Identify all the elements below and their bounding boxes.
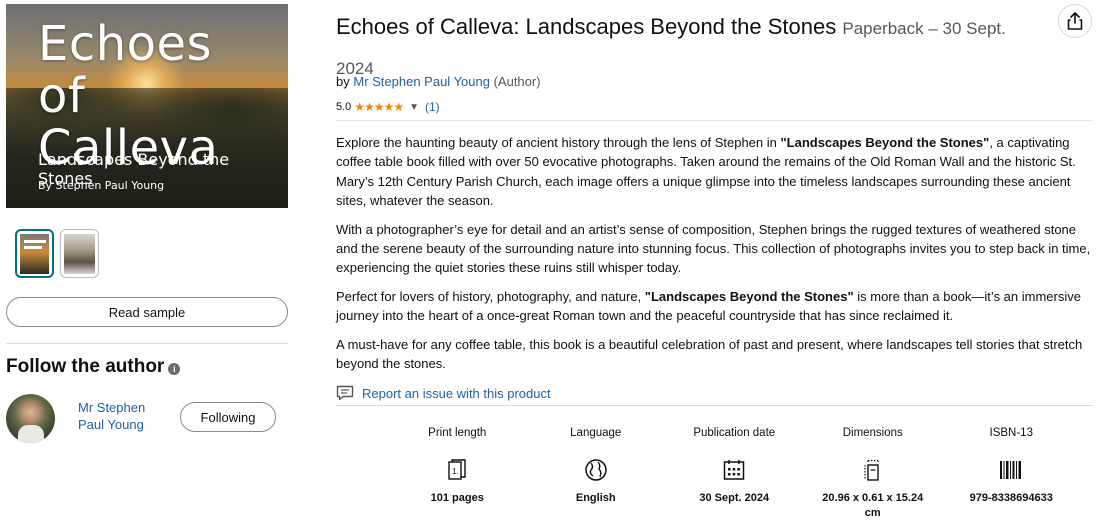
byline: by Mr Stephen Paul Young (Author) [336,74,541,89]
author-avatar[interactable] [6,394,55,443]
detail-label: ISBN-13 [989,427,1033,439]
share-button[interactable] [1058,4,1092,38]
thumbnail-back-image [64,233,95,274]
svg-text:1.: 1. [452,467,459,476]
detail-value: 30 Sept. 2024 [699,492,770,504]
following-button[interactable]: Following [180,402,276,432]
globe-icon [584,457,608,483]
detail-language: Language English [527,427,666,521]
dimensions-icon [864,457,882,483]
detail-label: Print length [428,427,487,439]
follow-author-title: Follow the author [6,356,165,377]
description-p1-book-title: "Landscapes Beyond the Stones" [780,135,990,150]
description-p3-book-title: "Landscapes Beyond the Stones" [644,288,854,304]
description-paragraph-1: Explore the haunting beauty of ancient h… [336,133,1094,211]
detail-isbn-13: ISBN-13 979-8338694633 [942,427,1081,521]
product-details-carousel: Print length 1. 101 pages Language Engli… [388,427,1081,521]
star-rating-icon[interactable]: ★★★★★ [354,100,404,114]
byline-author-link[interactable]: Mr Stephen Paul Young [353,74,490,89]
sidebar-divider [6,343,288,344]
cover-author: By Stephen Paul Young [38,179,165,192]
byline-author-role: (Author) [493,74,541,89]
detail-label: Publication date [693,427,776,439]
detail-publication-date: Publication date 30 Sept. 2024 [665,427,804,521]
product-description: Explore the haunting beauty of ancient h… [336,133,1094,382]
author-name-link[interactable]: Mr Stephen Paul Young [78,399,168,433]
rating-row: 5.0 ★★★★★ ▼ (1) [336,100,440,114]
report-issue-label: Report an issue with this product [362,385,551,401]
review-count-link[interactable]: (1) [425,100,440,114]
product-title-text: Echoes of Calleva: Landscapes Beyond the… [336,14,837,39]
detail-value: 101 pages [430,492,484,504]
pages-icon: 1. [448,457,466,483]
barcode-icon [999,457,1023,483]
byline-prefix: by [336,74,350,89]
description-p1-start: Explore the haunting beauty of ancient h… [336,135,781,150]
detail-value: 979-8338694633 [969,492,1053,504]
image-thumbnails [15,229,99,278]
rating-value: 5.0 [336,101,352,113]
read-sample-button[interactable]: Read sample [6,297,288,327]
thumbnail-front-cover[interactable] [15,229,54,278]
detail-label: Language [570,427,622,439]
book-cover-image[interactable]: Echoes of Calleva Landscapes Beyond the … [6,4,288,208]
thumbnail-back-cover[interactable] [60,229,99,278]
title-divider [336,120,1093,121]
detail-value: English [575,492,616,504]
share-icon [1067,12,1083,30]
report-icon [336,385,354,401]
description-paragraph-4: A must-have for any coffee table, this b… [336,336,1083,372]
detail-label: Dimensions [842,427,903,439]
info-icon[interactable]: i [168,363,181,375]
detail-dimensions: Dimensions 20.96 x 0.61 x 15.24 cm [804,427,943,521]
chevron-down-icon[interactable]: ▼ [409,102,419,113]
detail-print-length: Print length 1. 101 pages [388,427,527,521]
description-paragraph-2: With a photographer’s eye for detail and… [336,221,1091,276]
report-issue-link[interactable]: Report an issue with this product [336,385,551,401]
details-divider [336,405,1093,406]
detail-value: 20.96 x 0.61 x 15.24 cm [822,492,924,519]
follow-author-heading: Follow the author i [6,356,181,378]
thumbnail-front-image [20,233,49,274]
calendar-icon [723,457,745,483]
description-paragraph-3: Perfect for lovers of history, photograp… [336,287,1094,326]
description-p3-start: Perfect for lovers of history, photograp… [336,288,645,304]
